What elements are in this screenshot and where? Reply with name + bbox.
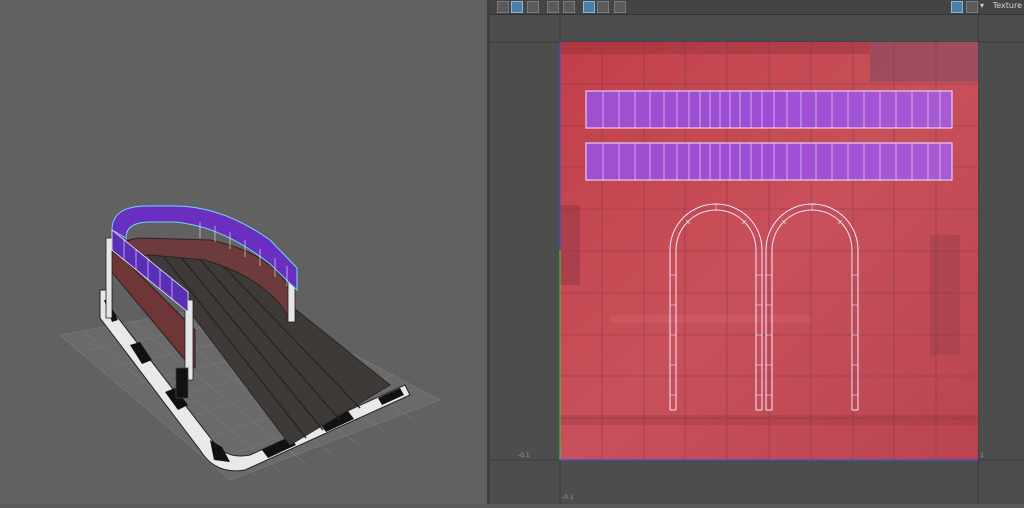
uv-editor-panel[interactable]: ▾ Texture -0.1 1 -0.1 [490, 0, 1024, 504]
move-tool-icon[interactable] [497, 1, 509, 13]
uv-distort-icon[interactable] [547, 1, 559, 13]
checker-icon[interactable] [966, 1, 978, 13]
viewport-3d[interactable] [0, 0, 487, 504]
snapshot-icon[interactable] [614, 1, 626, 13]
uv-canvas[interactable]: -0.1 1 -0.1 [490, 15, 1024, 504]
uv-shell-strip-top[interactable] [585, 90, 953, 129]
sled-model-view [59, 205, 441, 481]
axis-label-one-x: 1 [980, 452, 984, 459]
uv-shell-icon[interactable] [563, 1, 575, 13]
texture-label[interactable]: Texture [993, 1, 1022, 10]
axis-label-minus-y: -0.1 [562, 494, 574, 501]
grid-toggle-icon[interactable] [583, 1, 595, 13]
texture-image-icon[interactable] [951, 1, 963, 13]
uv-toolbar: ▾ Texture [490, 0, 1024, 15]
uv-grid-icon[interactable] [511, 1, 523, 13]
axis-label-minus-x: -0.1 [518, 452, 530, 459]
pixel-snap-icon[interactable] [597, 1, 609, 13]
dropdown-caret-icon[interactable]: ▾ [980, 1, 984, 10]
image-display-icon[interactable] [527, 1, 539, 13]
uv-shell-strip-bottom[interactable] [585, 142, 953, 181]
